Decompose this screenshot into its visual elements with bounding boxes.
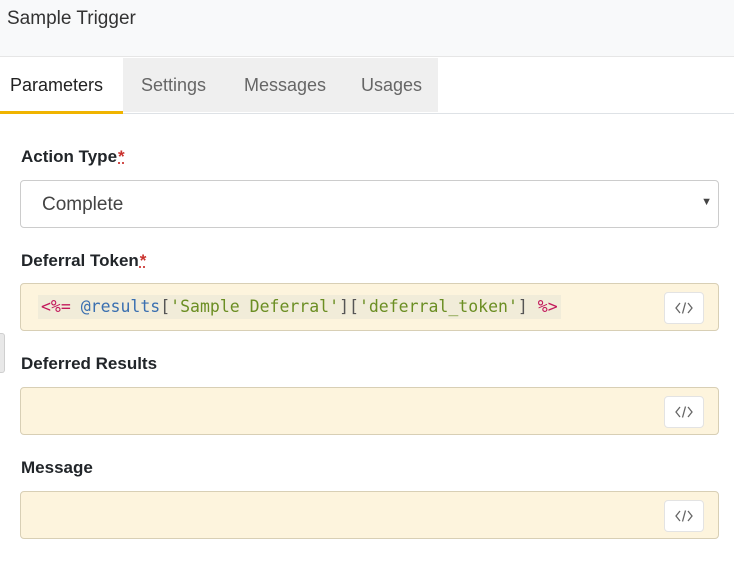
required-marker: * [139,251,147,270]
action-type-value: Complete [42,194,124,215]
bracket: [ [160,297,171,316]
tab-messages[interactable]: Messages [244,58,326,114]
bracket: ] [339,297,349,316]
title-bar: Sample Trigger [0,0,734,57]
string-literal: 'Sample Deferral' [170,297,340,316]
instance-variable: @results [80,297,161,316]
string-literal: 'deferral_token' [358,297,518,316]
code-brackets-icon [675,406,693,418]
tab-settings[interactable]: Settings [141,58,206,114]
erb-close-tag: %> [537,297,558,316]
code-toggle-button[interactable] [664,292,704,324]
code-toggle-button[interactable] [664,500,704,532]
deferred-results-label: Deferred Results [21,354,158,373]
erb-open-tag: <%= [41,297,71,316]
code-brackets-icon [675,302,693,314]
caret-down-icon: ▼ [701,196,712,208]
deferral-token-code: <%= @results['Sample Deferral']['deferra… [38,295,561,319]
deferral-token-label-text: Deferral Token [21,251,139,270]
code-brackets-icon [675,510,693,522]
action-type-label: Action Type* [21,147,125,167]
message-label: Message [21,458,93,477]
action-type-label-text: Action Type [21,147,118,166]
action-type-select[interactable]: Complete ▼ [20,180,719,228]
deferral-token-field[interactable]: <%= @results['Sample Deferral']['deferra… [20,283,719,331]
tab-usages[interactable]: Usages [361,58,422,114]
page-title: Sample Trigger [7,8,136,29]
bracket: ] [517,297,528,316]
tab-parameters[interactable]: Parameters [0,58,123,114]
message-field[interactable] [20,491,719,539]
bracket: [ [349,297,359,316]
required-marker: * [118,147,125,166]
tab-bar: Parameters Settings Messages Usages [0,58,734,114]
code-toggle-button[interactable] [664,396,704,428]
deferral-token-label: Deferral Token* [21,251,146,271]
deferred-results-field[interactable] [20,387,719,435]
side-panel-handle[interactable] [0,333,5,373]
